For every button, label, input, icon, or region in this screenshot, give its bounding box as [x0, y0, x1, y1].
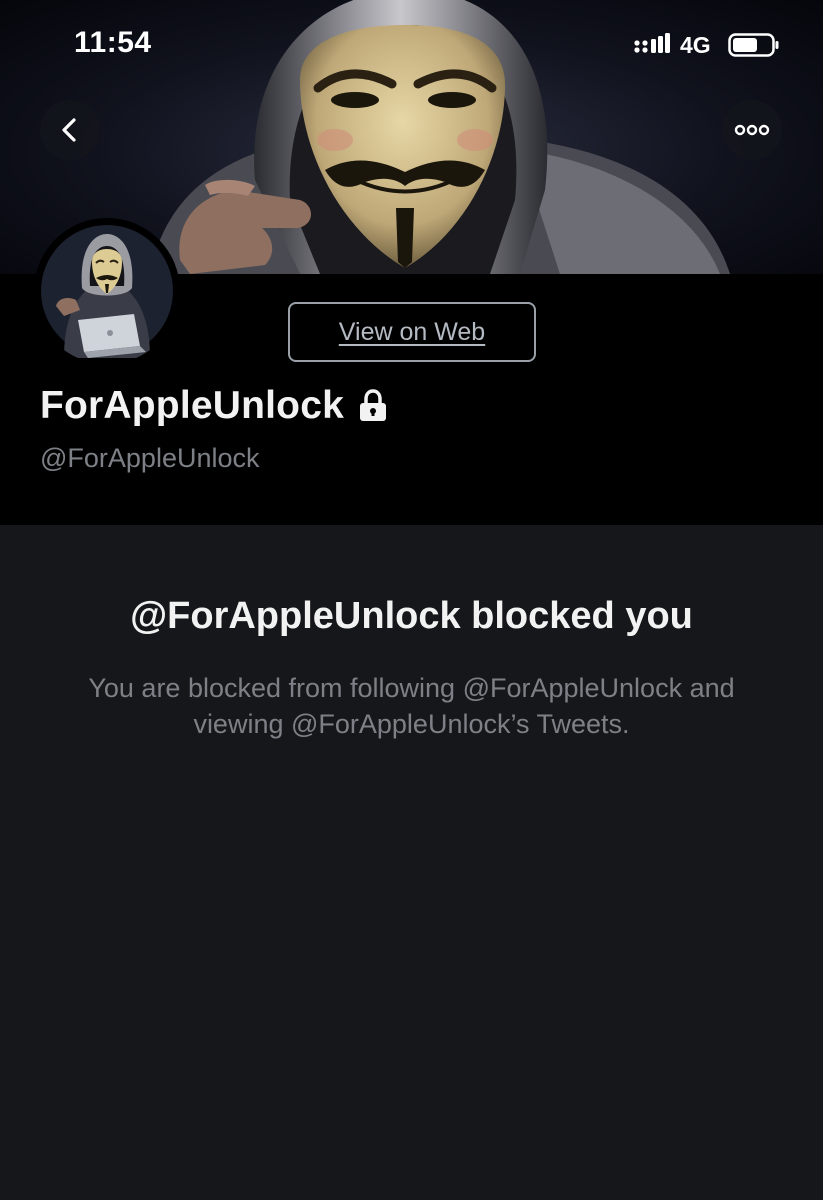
chevron-left-icon — [62, 118, 76, 142]
profile-handle: @ForAppleUnlock — [40, 443, 260, 473]
more-options-button[interactable] — [722, 100, 782, 160]
status-bar: 11:54 4G — [0, 0, 823, 90]
blocked-title: @ForAppleUnlock blocked you — [130, 595, 693, 637]
network-type-label: 4G — [680, 32, 711, 58]
view-on-web-button[interactable]: View on Web — [288, 302, 536, 362]
lock-icon — [359, 389, 386, 421]
display-name-row: ForAppleUnlock — [40, 384, 388, 428]
avatar[interactable] — [34, 218, 180, 364]
avatar-masked-figure-image — [34, 218, 180, 364]
display-name: ForAppleUnlock — [40, 384, 344, 427]
back-button[interactable] — [40, 100, 100, 160]
more-horizontal-icon — [734, 124, 770, 136]
status-time: 11:54 — [74, 26, 152, 59]
profile-screen: 11:54 4G View on Web ForAppleUnlock @For… — [0, 0, 823, 1200]
blocked-description: You are blocked from following @ForApple… — [88, 673, 735, 739]
view-on-web-label: View on Web — [338, 317, 486, 346]
signal-bars-icon — [634, 33, 670, 53]
battery-icon — [728, 33, 779, 57]
